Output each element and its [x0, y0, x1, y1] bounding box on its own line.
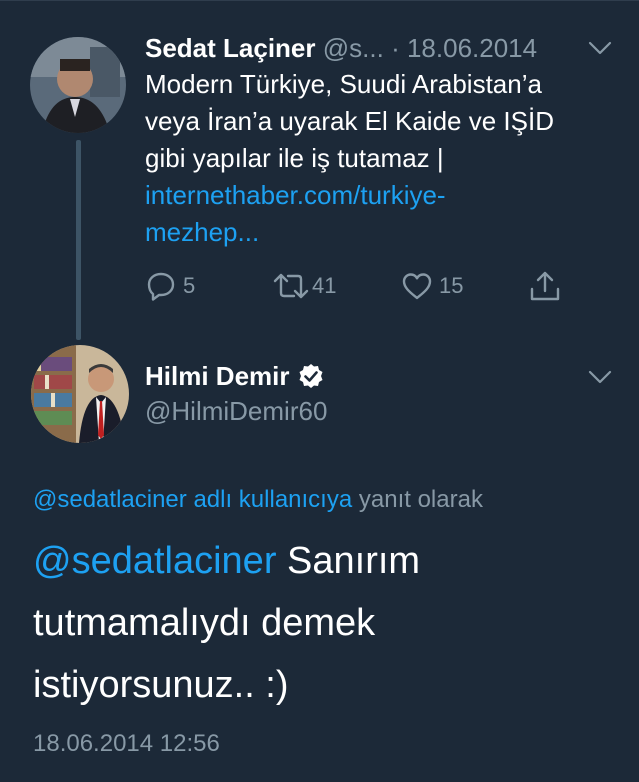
- reply-tweet-text: @sedatlaciner Sanırım tutmamalıydı demek…: [33, 530, 593, 716]
- separator-dot: ·: [391, 33, 400, 63]
- reply-text-line: istiyorsunuz.. :): [33, 664, 289, 706]
- verified-badge-icon: [299, 364, 322, 388]
- parent-tweet-text: Modern Türkiye, Suudi Arabistan’a veya İ…: [145, 66, 615, 251]
- parent-tweet-link[interactable]: internethaber.com/turkiye- mezhep...: [145, 177, 615, 251]
- reply-author-name-row: Hilmi Demir: [145, 358, 324, 394]
- like-button[interactable]: 15: [401, 266, 463, 306]
- parent-text-line: Modern Türkiye, Suudi Arabistan’a: [145, 69, 542, 99]
- reply-count: 5: [183, 273, 196, 298]
- parent-text-line: gibi yapılar ile iş tutamaz |: [145, 143, 444, 173]
- parent-text-line: veya İran’a uyarak El Kaide ve IŞİD: [145, 106, 554, 136]
- reply-button[interactable]: 5: [145, 266, 195, 306]
- link-line[interactable]: mezhep...: [145, 214, 615, 251]
- chevron-down-icon[interactable]: [588, 369, 612, 385]
- replying-to-mention[interactable]: @sedatlaciner adlı kullanıcıya: [33, 486, 352, 513]
- avatar-sedat-laciner[interactable]: [30, 37, 126, 133]
- like-icon: [402, 273, 432, 300]
- reply-icon: [147, 272, 175, 301]
- parent-tweet-date[interactable]: 18.06.2014: [407, 33, 537, 63]
- parent-tweet-header: Sedat Laçiner @s... · 18.06.2014: [145, 30, 595, 66]
- parent-tweet-actions: 5 41 15: [145, 266, 595, 306]
- tweet-detail-page: Sedat Laçiner @s... · 18.06.2014 Modern …: [0, 0, 639, 782]
- reply-author-handle[interactable]: @HilmiDemir60: [145, 394, 327, 428]
- retweet-icon: [273, 273, 309, 299]
- reply-mention[interactable]: @sedatlaciner: [33, 540, 276, 582]
- parent-author-name[interactable]: Sedat Laçiner: [145, 33, 316, 63]
- replying-to-context: @sedatlaciner adlı kullanıcıya yanıt ola…: [33, 484, 483, 516]
- reply-text-fragment: Sanırım: [287, 540, 421, 582]
- link-line[interactable]: internethaber.com/turkiye-: [145, 177, 615, 214]
- reply-timestamp: 18.06.2014 12:56: [33, 730, 220, 757]
- reply-author-name[interactable]: Hilmi Demir: [145, 361, 290, 392]
- share-button[interactable]: [528, 266, 562, 306]
- parent-author-handle[interactable]: @s...: [323, 33, 384, 63]
- like-count: 15: [439, 273, 464, 298]
- chevron-down-icon[interactable]: [588, 40, 612, 56]
- avatar-hilmi-demir[interactable]: [31, 345, 129, 443]
- reply-text-line: @sedatlaciner Sanırım: [33, 530, 593, 592]
- reply-text-line: tutmamalıydı demek: [33, 602, 376, 644]
- divider: [0, 0, 639, 1]
- retweet-count: 41: [312, 273, 337, 298]
- share-icon: [530, 271, 560, 301]
- retweet-button[interactable]: 41: [272, 266, 336, 306]
- thread-connector-line: [76, 140, 81, 340]
- replying-to-label: yanıt olarak: [358, 486, 483, 513]
